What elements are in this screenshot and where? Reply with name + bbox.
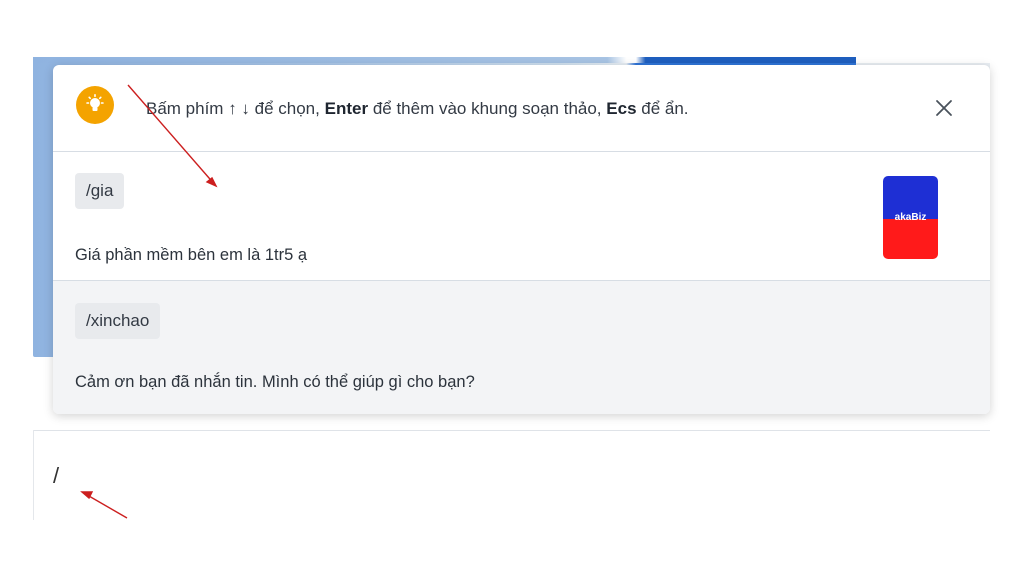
hint-prefix: Bấm phím ↑ ↓ để chọn, xyxy=(146,99,320,118)
quick-reply-item-gia[interactable]: /gia Giá phần mềm bên em là 1tr5 ạ akaBi… xyxy=(53,152,990,281)
close-icon[interactable] xyxy=(933,97,955,119)
hint-key-enter: Enter xyxy=(324,99,369,118)
composer-border xyxy=(33,430,34,520)
hint-suffix: để ẩn. xyxy=(641,99,689,118)
message-composer-input[interactable]: / xyxy=(53,463,59,489)
hint-bar: Bấm phím ↑ ↓ để chọn, Enter để thêm vào … xyxy=(53,65,990,152)
hint-key-esc: Ecs xyxy=(606,99,637,118)
quick-reply-item-xinchao[interactable]: /xinchao Cảm ơn bạn đã nhắn tin. Mình có… xyxy=(53,281,990,414)
quick-reply-text: Giá phần mềm bên em là 1tr5 ạ xyxy=(75,246,308,264)
annotation-arrow-2 xyxy=(81,491,128,519)
lightbulb-icon xyxy=(76,86,114,124)
attachment-thumbnail: akaBiz xyxy=(883,176,938,259)
composer-divider xyxy=(33,430,990,431)
quick-reply-popup: Bấm phím ↑ ↓ để chọn, Enter để thêm vào … xyxy=(53,65,990,414)
thumbnail-label: akaBiz xyxy=(894,212,927,223)
hint-text: Bấm phím ↑ ↓ để chọn, Enter để thêm vào … xyxy=(146,99,689,119)
annotation-arrowhead-2 xyxy=(80,491,94,500)
quick-reply-text: Cảm ơn bạn đã nhắn tin. Mình có thể giúp… xyxy=(75,373,475,391)
shortcut-tag: /gia xyxy=(75,173,125,209)
shortcut-tag: /xinchao xyxy=(75,303,161,339)
hint-middle: để thêm vào khung soạn thảo, xyxy=(372,99,602,118)
